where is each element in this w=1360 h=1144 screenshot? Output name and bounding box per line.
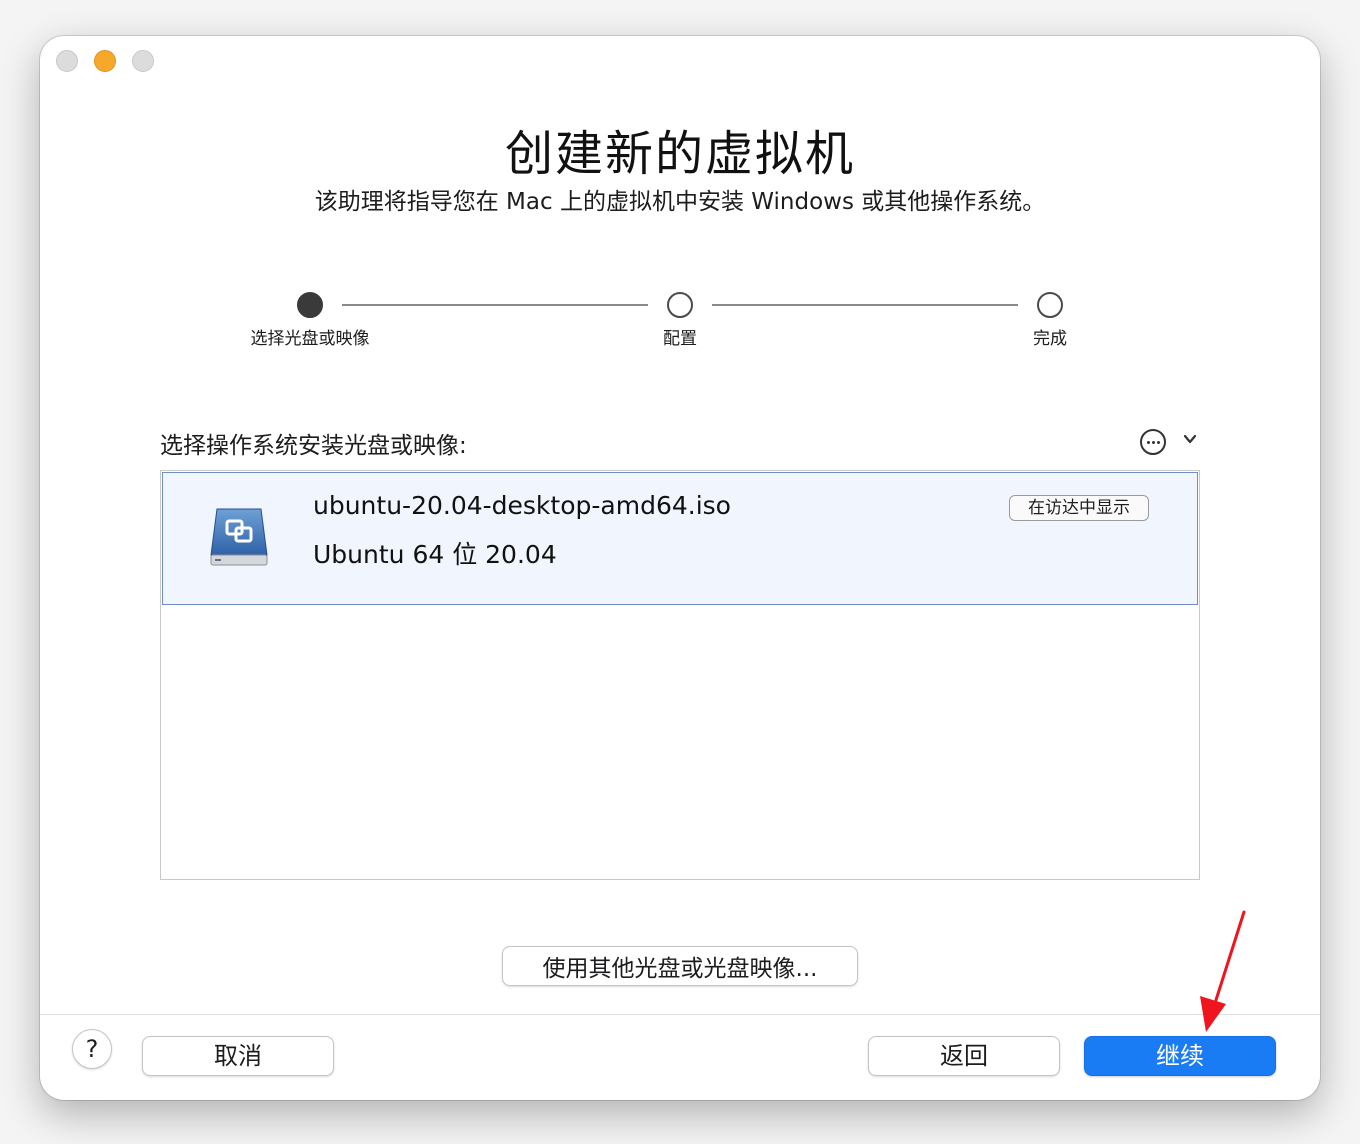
page-title: 创建新的虚拟机 — [504, 126, 855, 182]
media-section-label: 选择操作系统安装光盘或映像: — [160, 433, 467, 459]
ellipsis-circle-icon[interactable] — [1140, 429, 1166, 455]
iso-file-name: ubuntu-20.04-desktop-amd64.iso — [313, 491, 731, 520]
list-item[interactable]: ubuntu-20.04-desktop-amd64.iso Ubuntu 64… — [162, 472, 1198, 605]
step-connector — [712, 304, 1018, 306]
os-version-label: Ubuntu 64 位 20.04 — [313, 540, 557, 569]
page-subtitle: 该助理将指导您在 Mac 上的虚拟机中安装 Windows 或其他操作系统。 — [314, 189, 1046, 215]
help-button[interactable]: ? — [72, 1029, 112, 1069]
chevron-down-icon[interactable] — [1183, 432, 1197, 446]
step-2-dot — [667, 292, 693, 318]
step-connector — [342, 304, 648, 306]
step-1-dot — [297, 292, 323, 318]
back-button[interactable]: 返回 — [868, 1036, 1060, 1076]
window-controls — [56, 50, 154, 72]
step-3-label: 完成 — [1033, 329, 1067, 349]
continue-button[interactable]: 继续 — [1084, 1036, 1276, 1076]
use-other-media-button[interactable]: 使用其他光盘或光盘映像... — [502, 946, 858, 986]
show-in-finder-button[interactable]: 在访达中显示 — [1009, 495, 1149, 521]
step-3-dot — [1037, 292, 1063, 318]
zoom-window-button[interactable] — [132, 50, 154, 72]
new-vm-assistant-window: 创建新的虚拟机 该助理将指导您在 Mac 上的虚拟机中安装 Windows 或其… — [40, 36, 1320, 1100]
step-2-label: 配置 — [663, 329, 697, 349]
cancel-button[interactable]: 取消 — [142, 1036, 334, 1076]
disk-image-icon — [210, 508, 268, 566]
install-media-list[interactable]: ubuntu-20.04-desktop-amd64.iso Ubuntu 64… — [160, 470, 1200, 880]
footer-divider — [40, 1014, 1320, 1015]
close-window-button[interactable] — [56, 50, 78, 72]
step-indicator: 选择光盘或映像 配置 完成 — [40, 292, 1320, 352]
step-1-label: 选择光盘或映像 — [250, 329, 370, 349]
minimize-window-button[interactable] — [94, 50, 116, 72]
